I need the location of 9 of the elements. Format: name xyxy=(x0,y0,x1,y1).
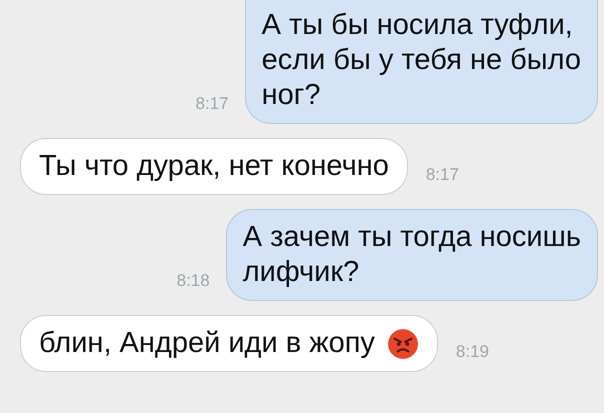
message-time: 8:17 xyxy=(426,164,459,186)
received-message-bubble: блин, Андрей иди в жопу xyxy=(20,315,438,372)
message-time: 8:18 xyxy=(176,270,210,292)
sent-message-bubble: А зачем ты тогда носишь лифчик? xyxy=(226,209,598,301)
received-message-bubble: Ты что дурак, нет конечно xyxy=(20,138,408,195)
sent-message-bubble: А ты бы носила туфли, если бы у тебя не было ног? xyxy=(244,0,598,124)
message-time: 8:17 xyxy=(196,92,229,114)
angry-emoji-icon xyxy=(386,328,419,360)
message-time: 8:19 xyxy=(456,340,490,362)
